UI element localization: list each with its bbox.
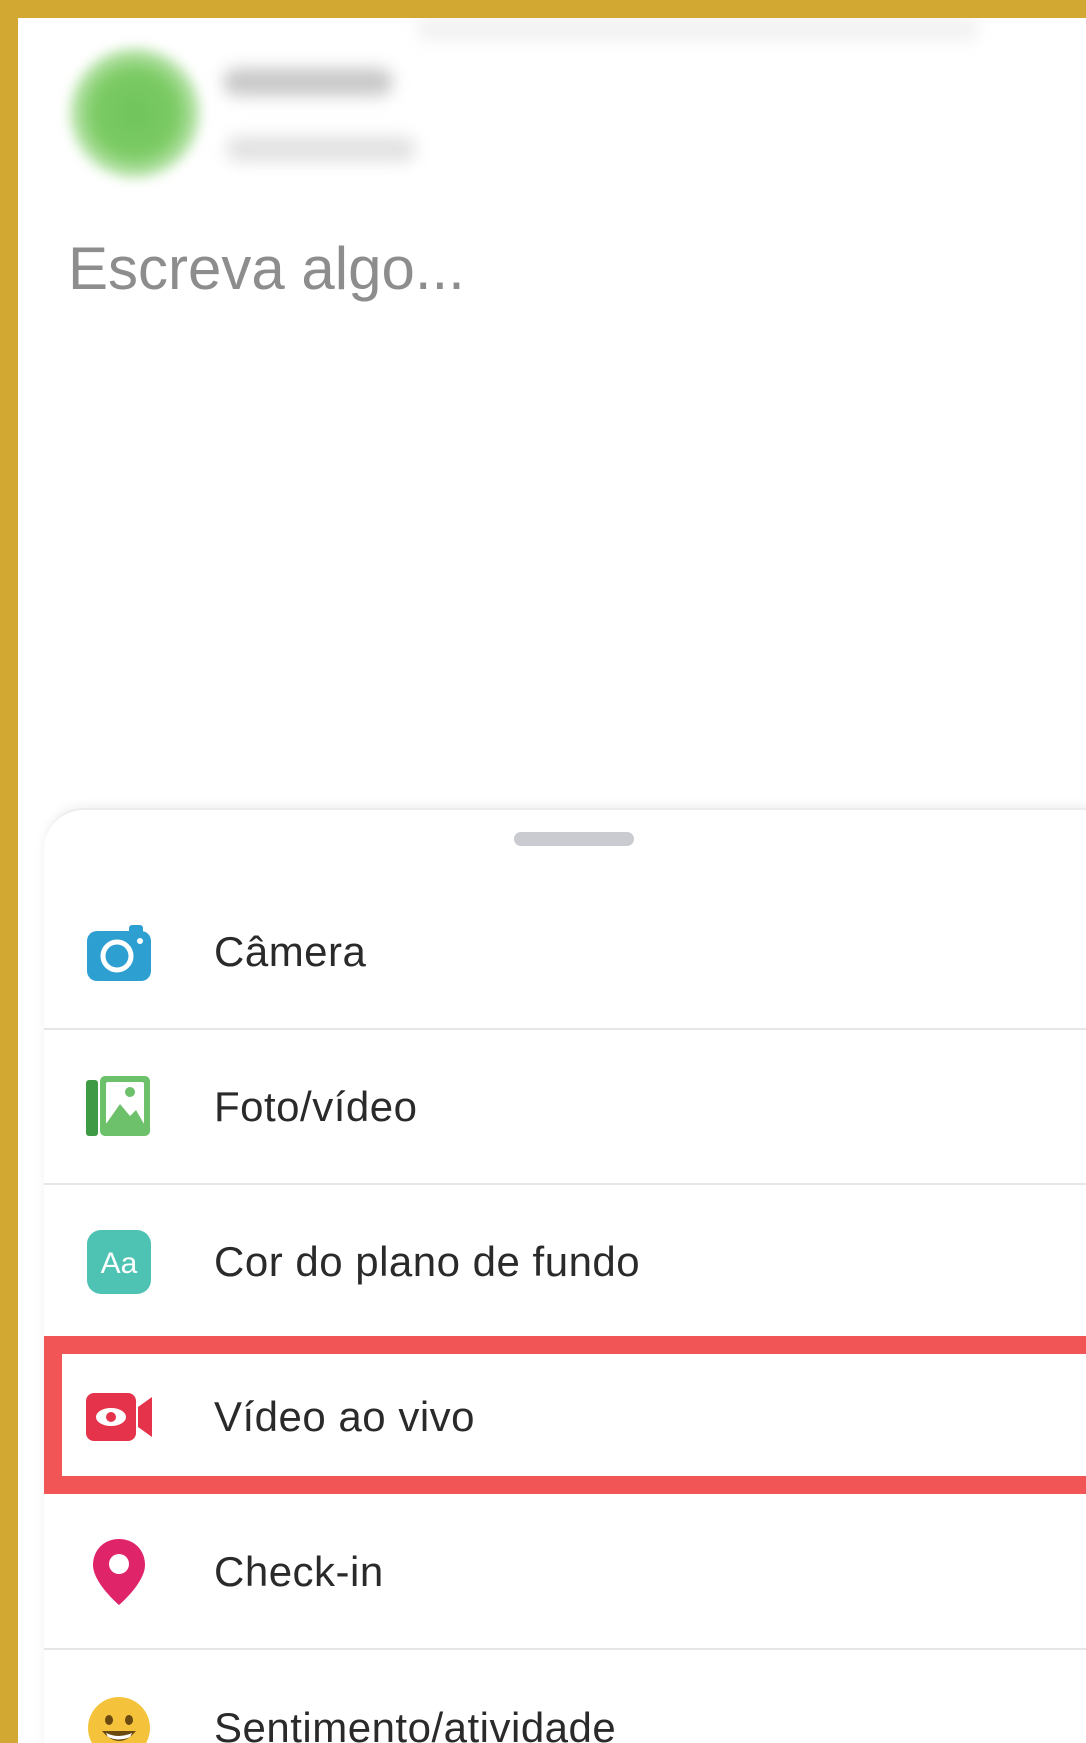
option-photo-video-label: Foto/vídeo bbox=[214, 1082, 418, 1130]
option-background-color-label: Cor do plano de fundo bbox=[214, 1237, 641, 1285]
option-live-video-label: Vídeo ao vivo bbox=[214, 1392, 476, 1440]
live-video-icon bbox=[84, 1382, 154, 1452]
location-pin-icon bbox=[84, 1537, 154, 1607]
option-background-color[interactable]: Aa Cor do plano de fundo bbox=[44, 1185, 1086, 1340]
post-text-input[interactable] bbox=[68, 223, 968, 313]
option-live-video[interactable]: Vídeo ao vivo bbox=[44, 1336, 1086, 1495]
blurred-user-name bbox=[223, 68, 393, 96]
post-options-list: Câmera Foto/vídeo Aa Cor do plano de fun… bbox=[44, 875, 1086, 1743]
svg-text:Aa: Aa bbox=[101, 1247, 138, 1280]
blurred-audience-selector[interactable] bbox=[226, 136, 416, 162]
post-composer-screen: Câmera Foto/vídeo bbox=[18, 18, 1086, 1743]
option-camera[interactable]: Câmera bbox=[44, 875, 1086, 1030]
photo-icon bbox=[84, 1072, 154, 1142]
smiley-icon bbox=[84, 1693, 154, 1743]
option-photo-video[interactable]: Foto/vídeo bbox=[44, 1030, 1086, 1185]
option-feeling-activity[interactable]: Sentimento/atividade bbox=[44, 1650, 1086, 1743]
avatar[interactable] bbox=[70, 48, 200, 178]
option-check-in[interactable]: Check-in bbox=[44, 1495, 1086, 1650]
background-color-icon: Aa bbox=[84, 1227, 154, 1297]
option-camera-label: Câmera bbox=[214, 927, 367, 975]
option-check-in-label: Check-in bbox=[214, 1547, 384, 1595]
camera-icon bbox=[84, 917, 154, 987]
blurred-top-bar bbox=[418, 18, 978, 40]
post-options-sheet: Câmera Foto/vídeo Aa Cor do plano de fun… bbox=[44, 808, 1086, 1743]
sheet-drag-handle[interactable] bbox=[514, 832, 634, 846]
option-feeling-activity-label: Sentimento/atividade bbox=[214, 1703, 617, 1743]
